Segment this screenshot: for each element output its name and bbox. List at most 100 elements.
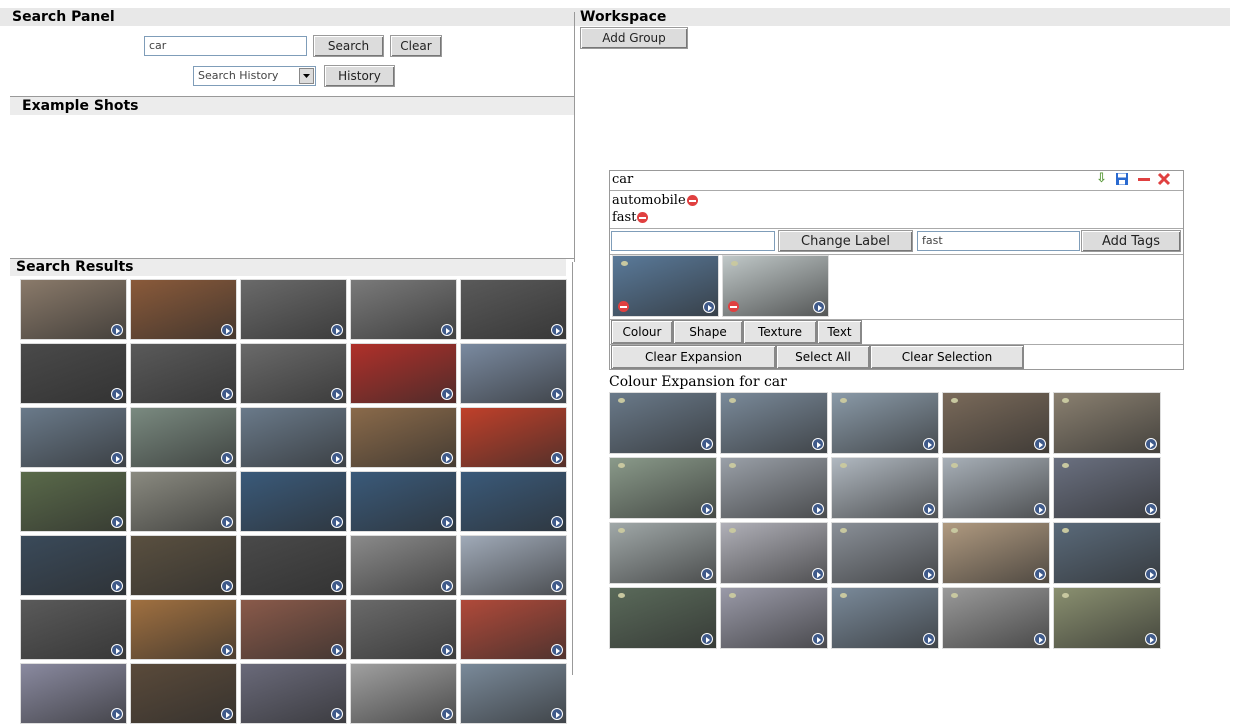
play-icon[interactable] — [221, 452, 233, 464]
video-thumbnail[interactable] — [942, 522, 1050, 584]
play-icon[interactable] — [221, 324, 233, 336]
video-thumbnail[interactable] — [350, 663, 457, 724]
play-icon[interactable] — [441, 580, 453, 592]
play-icon[interactable] — [331, 516, 343, 528]
video-thumbnail[interactable] — [240, 343, 347, 404]
video-thumbnail[interactable] — [240, 535, 347, 596]
clear-button[interactable]: Clear — [390, 35, 442, 57]
video-thumbnail[interactable] — [350, 343, 457, 404]
video-thumbnail[interactable] — [720, 522, 828, 584]
play-icon[interactable] — [551, 644, 563, 656]
video-thumbnail[interactable] — [460, 599, 567, 660]
play-icon[interactable] — [923, 633, 935, 645]
video-thumbnail[interactable] — [460, 535, 567, 596]
video-thumbnail[interactable] — [831, 522, 939, 584]
play-icon[interactable] — [701, 633, 713, 645]
video-thumbnail[interactable] — [20, 663, 127, 724]
video-thumbnail[interactable] — [1053, 392, 1161, 454]
play-icon[interactable] — [441, 388, 453, 400]
video-thumbnail[interactable] — [942, 392, 1050, 454]
video-thumbnail[interactable] — [240, 599, 347, 660]
video-thumbnail[interactable] — [240, 407, 347, 468]
download-icon[interactable]: ⇩ — [1096, 172, 1107, 186]
video-thumbnail[interactable] — [130, 279, 237, 340]
play-icon[interactable] — [1145, 438, 1157, 450]
play-icon[interactable] — [221, 644, 233, 656]
video-thumbnail[interactable] — [130, 663, 237, 724]
tab-text[interactable]: Text — [817, 320, 862, 344]
video-thumbnail[interactable] — [130, 343, 237, 404]
play-icon[interactable] — [111, 644, 123, 656]
play-icon[interactable] — [1034, 633, 1046, 645]
video-thumbnail[interactable] — [130, 535, 237, 596]
video-thumbnail[interactable] — [350, 535, 457, 596]
play-icon[interactable] — [923, 503, 935, 515]
video-thumbnail[interactable] — [460, 407, 567, 468]
video-thumbnail[interactable] — [460, 663, 567, 724]
select-all-button[interactable]: Select All — [776, 345, 870, 369]
video-thumbnail[interactable] — [350, 599, 457, 660]
tag-input[interactable]: fast — [917, 231, 1080, 251]
tab-colour[interactable]: Colour — [611, 320, 673, 344]
video-thumbnail[interactable] — [609, 457, 717, 519]
play-icon[interactable] — [551, 708, 563, 720]
video-thumbnail[interactable] — [460, 471, 567, 532]
play-icon[interactable] — [813, 301, 825, 313]
play-icon[interactable] — [812, 503, 824, 515]
play-icon[interactable] — [703, 301, 715, 313]
remove-tag-icon[interactable] — [686, 195, 698, 206]
video-thumbnail[interactable] — [942, 587, 1050, 649]
video-thumbnail[interactable] — [831, 587, 939, 649]
remove-tag-icon[interactable] — [637, 212, 649, 223]
video-thumbnail[interactable] — [350, 407, 457, 468]
change-label-button[interactable]: Change Label — [778, 230, 913, 252]
video-thumbnail[interactable] — [240, 279, 347, 340]
play-icon[interactable] — [441, 644, 453, 656]
play-icon[interactable] — [331, 452, 343, 464]
label-input[interactable] — [611, 231, 775, 251]
search-button[interactable]: Search — [313, 35, 384, 57]
play-icon[interactable] — [1034, 568, 1046, 580]
video-thumbnail[interactable] — [460, 279, 567, 340]
play-icon[interactable] — [111, 516, 123, 528]
video-thumbnail[interactable] — [831, 457, 939, 519]
play-icon[interactable] — [221, 580, 233, 592]
video-thumbnail[interactable] — [20, 407, 127, 468]
search-history-select[interactable]: Search History — [193, 66, 316, 86]
video-thumbnail[interactable] — [350, 279, 457, 340]
play-icon[interactable] — [111, 708, 123, 720]
video-thumbnail[interactable] — [240, 663, 347, 724]
video-thumbnail[interactable] — [1053, 522, 1161, 584]
video-thumbnail[interactable] — [20, 279, 127, 340]
video-thumbnail[interactable] — [240, 471, 347, 532]
play-icon[interactable] — [1034, 438, 1046, 450]
play-icon[interactable] — [812, 438, 824, 450]
play-icon[interactable] — [221, 516, 233, 528]
play-icon[interactable] — [812, 633, 824, 645]
play-icon[interactable] — [111, 388, 123, 400]
video-thumbnail[interactable] — [1053, 587, 1161, 649]
history-button[interactable]: History — [324, 65, 395, 87]
video-thumbnail[interactable] — [130, 471, 237, 532]
chevron-down-icon[interactable] — [299, 68, 314, 84]
video-thumbnail[interactable] — [1053, 457, 1161, 519]
video-thumbnail[interactable] — [130, 407, 237, 468]
video-thumbnail[interactable] — [831, 392, 939, 454]
video-thumbnail[interactable] — [720, 587, 828, 649]
play-icon[interactable] — [701, 503, 713, 515]
play-icon[interactable] — [551, 324, 563, 336]
play-icon[interactable] — [441, 708, 453, 720]
play-icon[interactable] — [701, 568, 713, 580]
video-thumbnail[interactable] — [609, 587, 717, 649]
play-icon[interactable] — [551, 516, 563, 528]
play-icon[interactable] — [331, 708, 343, 720]
add-group-button[interactable]: Add Group — [580, 27, 688, 49]
video-thumbnail[interactable] — [942, 457, 1050, 519]
play-icon[interactable] — [923, 568, 935, 580]
video-thumbnail[interactable] — [20, 535, 127, 596]
play-icon[interactable] — [441, 324, 453, 336]
video-thumbnail[interactable] — [612, 255, 719, 317]
play-icon[interactable] — [441, 516, 453, 528]
video-thumbnail[interactable] — [130, 599, 237, 660]
remove-shot-icon[interactable] — [618, 301, 629, 312]
